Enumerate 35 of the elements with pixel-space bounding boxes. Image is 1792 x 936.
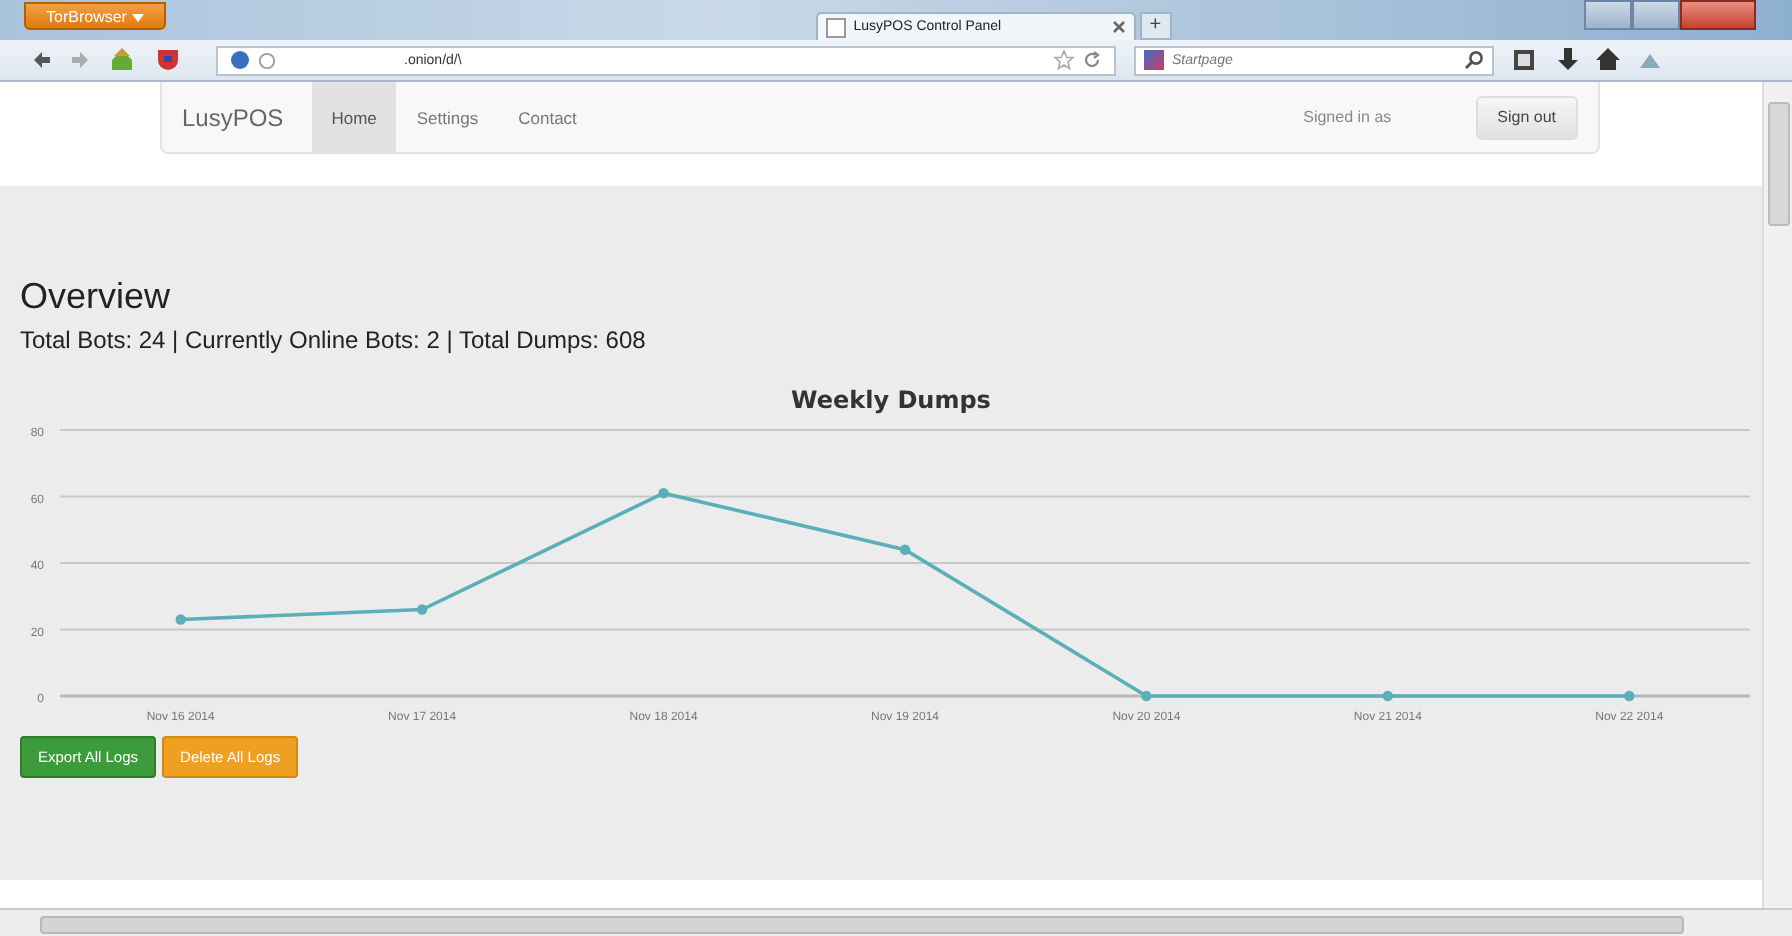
new-tab-button[interactable]: +	[1139, 12, 1172, 40]
caret-icon	[131, 13, 144, 21]
home-icon[interactable]	[1596, 48, 1620, 72]
vertical-scrollbar[interactable]	[1762, 82, 1792, 908]
brand-link[interactable]: LusyPOS	[182, 103, 284, 131]
data-point	[416, 604, 428, 615]
nav-link[interactable]: Home	[311, 82, 397, 152]
chart-title: Weekly Dumps	[789, 386, 993, 414]
page-icon	[825, 17, 846, 37]
maximize-button[interactable]	[1632, 0, 1680, 30]
nav-link[interactable]: Settings	[396, 82, 499, 152]
shield-icon[interactable]	[154, 48, 182, 72]
nav-link[interactable]: Contact	[498, 82, 597, 152]
download-icon[interactable]	[1558, 48, 1578, 72]
data-point	[175, 614, 186, 625]
signed-in-text: Signed in as	[1303, 108, 1392, 126]
data-point	[658, 488, 669, 499]
back-icon[interactable]	[32, 50, 52, 70]
star-icon[interactable]	[1054, 50, 1074, 70]
horizontal-scrollbar[interactable]	[0, 908, 1792, 936]
sign-out-button[interactable]: Sign out	[1475, 95, 1578, 139]
minimize-button[interactable]	[1584, 0, 1632, 30]
search-icon[interactable]	[1464, 50, 1484, 70]
data-point	[1141, 690, 1152, 702]
reload-icon[interactable]	[1082, 50, 1102, 70]
close-button[interactable]	[1680, 0, 1756, 30]
forward-icon[interactable]	[70, 50, 90, 70]
stats-text: Total Bots: 24 | Currently Online Bots: 2 | Total Dumps: 608	[20, 326, 648, 354]
data-point	[1382, 690, 1394, 702]
search-engine-icon	[1144, 50, 1164, 70]
window-icon[interactable]	[1512, 48, 1540, 72]
close-icon[interactable]	[1111, 20, 1126, 34]
data-point	[899, 544, 911, 555]
data-point	[1624, 690, 1635, 702]
page-heading: Overview	[20, 274, 173, 318]
